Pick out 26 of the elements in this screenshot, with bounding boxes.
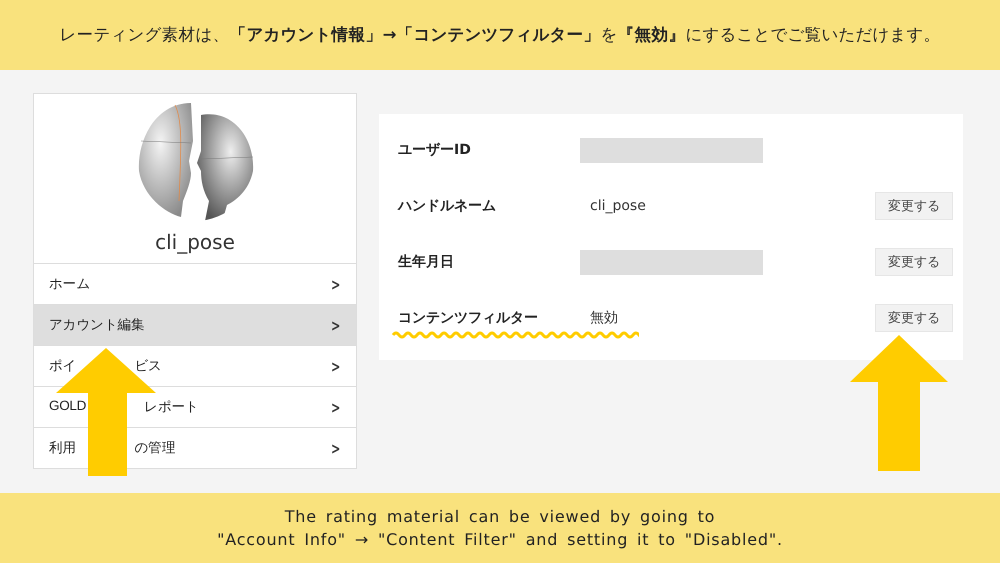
menu-label: の管理 [134, 439, 176, 457]
menu-label: ホーム [49, 275, 90, 293]
menu-label: アカウント編集 [49, 316, 145, 334]
field-label: コンテンツフィルター [398, 309, 539, 327]
menu-label: レポート [144, 398, 199, 416]
change-button[interactable]: 変更する [875, 248, 953, 276]
field-label: ユーザーID [398, 141, 472, 159]
chevron-icon: > [330, 356, 340, 376]
banner-text: The rating material can be viewed by going to "Account Info" → "Content Filter" and setting it to "Disabled". [217, 506, 783, 551]
chevron-icon: > [330, 398, 340, 416]
menu-label: ポイ [49, 357, 76, 375]
chevron-icon: > [330, 274, 340, 294]
field-label: ハンドルネーム [398, 197, 497, 215]
menu-label: ビス [134, 357, 162, 375]
banner-text: レーティング素材は、「アカウント情報」→「コンテンツフィルター」を『無効』にすることでご覧いただけます。 [60, 24, 940, 46]
field-value: cli_pose [589, 198, 646, 214]
chevron-icon: > [330, 438, 340, 458]
change-button[interactable]: 変更する [875, 192, 953, 220]
menu-label: 利用 [49, 439, 76, 457]
field-value: 無効 [589, 309, 618, 327]
menu-label: GOLD [49, 398, 86, 415]
field-label: 生年月日 [398, 253, 455, 271]
chevron-icon: > [330, 316, 340, 334]
menu-item[interactable]: アカウント編集 > [34, 304, 356, 345]
change-button[interactable]: 変更する [875, 304, 953, 332]
user-name: cli_pose [155, 230, 235, 254]
